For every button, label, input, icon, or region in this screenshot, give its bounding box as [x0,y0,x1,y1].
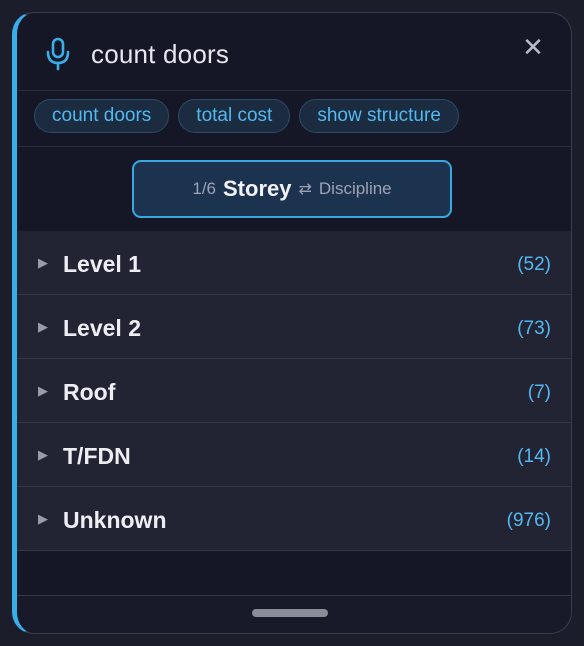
panel-footer [17,595,571,633]
group-count: (73) [517,318,551,339]
suggestion-chip-total-cost[interactable]: total cost [178,99,291,133]
group-count: (7) [527,382,551,403]
group-row-unknown[interactable]: ▶ Unknown (976) [17,487,571,551]
suggestion-chips: count doors total cost show structure [17,91,571,147]
group-row-level-1[interactable]: ▶ Level 1 (52) [17,231,571,295]
group-count: (976) [506,510,551,531]
grouping-current: Storey [223,176,292,201]
grouping-alternative: Discipline [318,179,392,198]
drag-handle[interactable] [252,609,328,617]
search-bar: count doors ✕ [17,13,571,91]
group-row-roof[interactable]: ▶ Roof (7) [17,359,571,423]
group-count: (52) [517,254,551,275]
expand-arrow-icon: ▶ [38,383,48,398]
suggestion-chip-count-doors[interactable]: count doors [34,99,170,133]
group-row-t-fdn[interactable]: ▶ T/FDN (14) [17,423,571,487]
expand-arrow-icon: ▶ [38,511,48,526]
group-label: Level 1 [63,251,141,277]
suggestion-chip-show-structure[interactable]: show structure [299,99,459,133]
grouping-toggle-row: 1/6 Storey ⇄ Discipline [17,147,571,231]
grouping-position: 1/6 [192,179,216,198]
group-list: ▶ Level 1 (52) ▶ Level 2 (73) ▶ Roof (7)… [17,231,571,551]
expand-arrow-icon: ▶ [38,255,48,270]
grouping-toggle-button[interactable]: 1/6 Storey ⇄ Discipline [132,160,452,218]
search-panel: count doors ✕ count doors total cost sho… [12,12,572,634]
group-row-level-2[interactable]: ▶ Level 2 (73) [17,295,571,359]
group-count: (14) [517,446,551,467]
group-label: Roof [63,379,116,405]
group-label: Level 2 [63,315,141,341]
group-label: Unknown [63,507,167,533]
close-icon[interactable]: ✕ [519,33,547,61]
search-query[interactable]: count doors [91,39,229,70]
swap-icon: ⇄ [298,181,312,198]
expand-arrow-icon: ▶ [38,319,48,334]
microphone-icon[interactable] [45,37,71,71]
group-label: T/FDN [63,443,131,469]
expand-arrow-icon: ▶ [38,447,48,462]
